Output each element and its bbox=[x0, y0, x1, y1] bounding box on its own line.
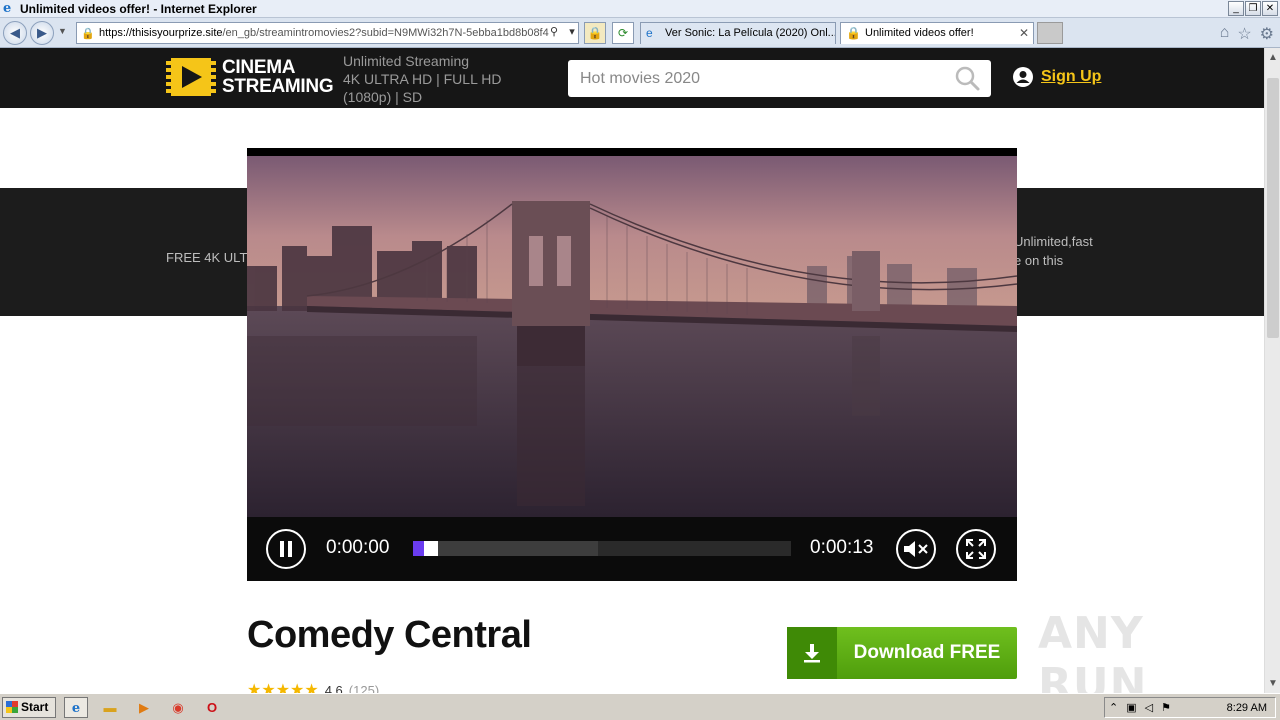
volume-icon[interactable]: ◁ bbox=[1145, 701, 1153, 714]
lock-tab-icon: 🔒 bbox=[846, 26, 861, 40]
star-rating-icons: ★★★★★ bbox=[247, 682, 319, 693]
tray-expand-icon[interactable]: ⌃ bbox=[1109, 701, 1118, 714]
fullscreen-button[interactable] bbox=[956, 529, 996, 569]
system-tray: ⌃ ▣ ◁ ⚑ 8:29 AM bbox=[1104, 697, 1276, 718]
seek-bar[interactable] bbox=[413, 541, 791, 556]
clock: 8:29 AM bbox=[1226, 701, 1267, 714]
vertical-scrollbar[interactable]: ▲ ▼ bbox=[1264, 48, 1280, 693]
download-label: Download FREE bbox=[853, 642, 1001, 663]
video-frame[interactable] bbox=[247, 156, 1017, 517]
ie-logo-icon: e bbox=[3, 0, 12, 16]
maximize-button[interactable]: ❐ bbox=[1245, 1, 1261, 16]
site-logo[interactable]: CINEMA STREAMING bbox=[166, 57, 334, 97]
user-icon bbox=[1013, 67, 1033, 87]
rating-value: 4.6 bbox=[324, 682, 343, 694]
movie-title: Comedy Central bbox=[247, 614, 532, 656]
search-icon[interactable] bbox=[953, 64, 981, 92]
tab-ver-sonic[interactable]: e Ver Sonic: La Película (2020) Onl... bbox=[640, 22, 836, 44]
media-player-taskbar-icon[interactable]: ▶ bbox=[132, 697, 156, 718]
search-icon[interactable]: ⚲ bbox=[546, 22, 562, 42]
tab-label: Ver Sonic: La Película (2020) Onl... bbox=[665, 27, 836, 39]
lock-icon: 🔒 bbox=[81, 27, 95, 40]
history-dropdown-icon[interactable]: ▼ bbox=[58, 26, 67, 36]
muted-speaker-icon bbox=[904, 541, 928, 557]
tab-unlimited-videos[interactable]: 🔒 Unlimited videos offer! ✕ bbox=[840, 22, 1034, 44]
opera-taskbar-icon[interactable]: O bbox=[200, 697, 224, 718]
anyrun-watermark: ANY RUN bbox=[1038, 608, 1148, 693]
windows-flag-icon bbox=[6, 701, 18, 713]
buffered-bar bbox=[413, 541, 599, 556]
ie-taskbar-icon[interactable]: e bbox=[64, 697, 88, 718]
network-icon[interactable]: ▣ bbox=[1126, 701, 1136, 714]
pause-button[interactable] bbox=[266, 529, 306, 569]
address-bar[interactable]: 🔒 https://thisisyourprize.site/en_gb/str… bbox=[76, 22, 579, 44]
window-title-bar: e Unlimited videos offer! - Internet Exp… bbox=[0, 0, 1280, 18]
new-tab-button[interactable] bbox=[1037, 22, 1063, 44]
video-player[interactable]: 0:00:00 0:00:13 bbox=[247, 148, 1017, 581]
played-bar bbox=[413, 541, 425, 556]
logo-line-1: CINEMA bbox=[222, 57, 296, 78]
site-header: CINEMA STREAMING Unlimited Streaming 4K … bbox=[0, 48, 1264, 108]
chrome-taskbar-icon[interactable]: ◉ bbox=[166, 697, 190, 718]
tools-gear-icon[interactable]: ⚙ bbox=[1260, 24, 1274, 44]
forward-button[interactable]: ▶ bbox=[30, 21, 54, 45]
logo-line-2: STREAMING bbox=[222, 76, 334, 97]
tagline: Unlimited Streaming 4K ULTRA HD | FULL H… bbox=[343, 53, 502, 105]
minimize-button[interactable]: _ bbox=[1228, 1, 1244, 16]
page-viewport: CINEMA STREAMING Unlimited Streaming 4K … bbox=[0, 48, 1264, 693]
pause-icon bbox=[280, 541, 292, 557]
scroll-down-icon[interactable]: ▼ bbox=[1268, 678, 1278, 689]
banner-right-text: Unlimited,fast e on this bbox=[1014, 234, 1093, 268]
window-controls: _ ❐ ✕ bbox=[1228, 1, 1278, 16]
rating: ★★★★★ 4.6 (125) bbox=[247, 680, 379, 693]
browser-toolbar: ◀ ▶ ▼ 🔒 https://thisisyourprize.site/en_… bbox=[0, 18, 1280, 48]
refresh-button[interactable]: ⟳ bbox=[612, 22, 634, 44]
dropdown-arrow-icon[interactable]: ▾ bbox=[564, 22, 580, 42]
ie-tab-icon: e bbox=[646, 26, 653, 40]
back-button[interactable]: ◀ bbox=[3, 21, 27, 45]
taskbar: Start e ▬ ▶ ◉ O ⌃ ▣ ◁ ⚑ 8:29 AM bbox=[0, 693, 1280, 720]
flag-icon[interactable]: ⚑ bbox=[1161, 701, 1171, 714]
seek-handle[interactable] bbox=[424, 541, 439, 556]
current-time: 0:00:00 bbox=[326, 537, 390, 558]
scrollbar-thumb[interactable] bbox=[1267, 78, 1279, 338]
download-icon bbox=[787, 627, 837, 679]
window-title: Unlimited videos offer! - Internet Explo… bbox=[20, 1, 257, 16]
player-controls: 0:00:00 0:00:13 bbox=[247, 517, 1017, 581]
play-logo-icon bbox=[166, 58, 216, 96]
home-icon[interactable]: ⌂ bbox=[1220, 24, 1230, 44]
tab-label: Unlimited videos offer! bbox=[865, 27, 974, 39]
mute-button[interactable] bbox=[896, 529, 936, 569]
duration: 0:00:13 bbox=[810, 537, 874, 558]
url-path: /en_gb/streamintromovies2?subid=N9MWi32h… bbox=[222, 27, 549, 39]
security-lock-button[interactable]: 🔒 bbox=[584, 22, 606, 44]
close-button[interactable]: ✕ bbox=[1262, 1, 1278, 16]
fullscreen-icon bbox=[966, 539, 986, 559]
scroll-up-icon[interactable]: ▲ bbox=[1268, 52, 1278, 63]
signup-link[interactable]: Sign Up bbox=[1041, 68, 1101, 86]
rating-count: (125) bbox=[348, 682, 380, 694]
close-tab-icon[interactable]: ✕ bbox=[1019, 23, 1029, 43]
favorites-star-icon[interactable]: ☆ bbox=[1237, 24, 1251, 44]
folder-taskbar-icon[interactable]: ▬ bbox=[98, 697, 122, 718]
url-host: https://thisisyourprize.site bbox=[99, 27, 223, 39]
signup-area: Sign Up bbox=[1013, 67, 1101, 87]
start-button[interactable]: Start bbox=[2, 697, 56, 718]
search-box bbox=[568, 60, 991, 97]
banner-left-text: FREE 4K ULTRA HD bbox=[166, 250, 248, 265]
download-button[interactable]: Download FREE bbox=[787, 627, 1017, 679]
search-input[interactable] bbox=[568, 60, 938, 97]
